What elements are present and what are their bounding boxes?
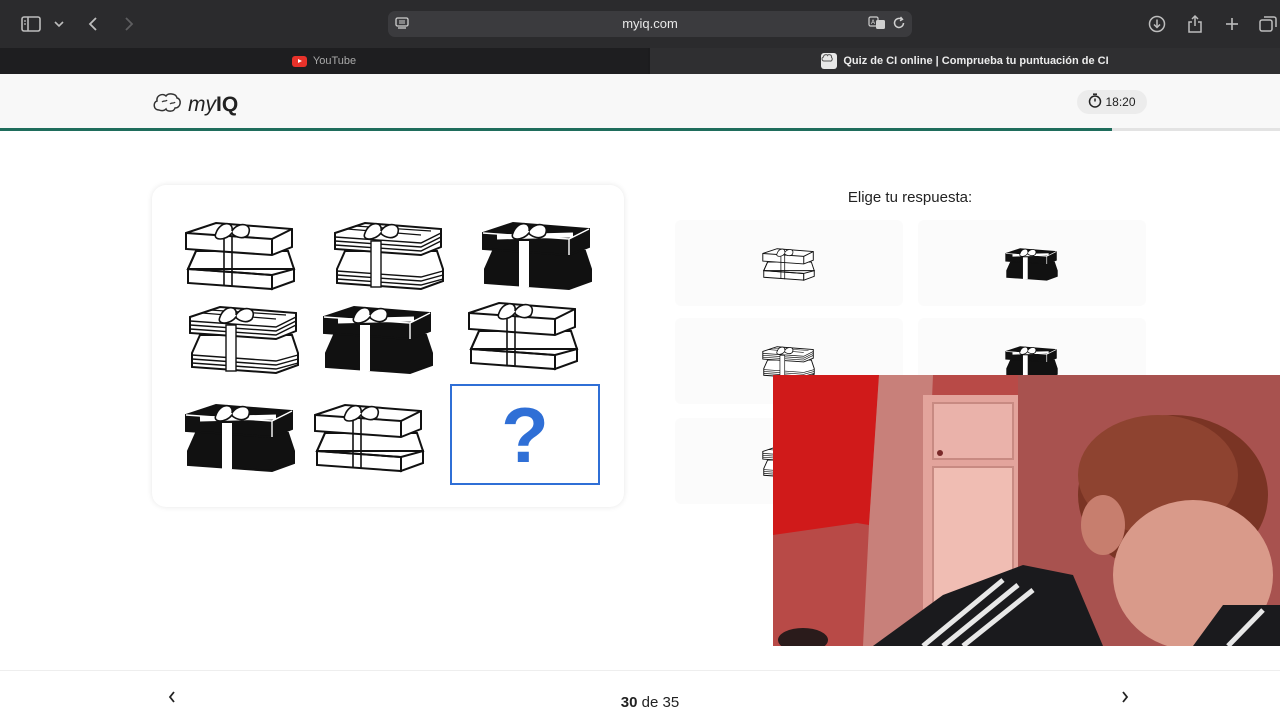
question-mark: ? bbox=[501, 390, 549, 479]
downloads-icon[interactable] bbox=[1146, 12, 1168, 36]
question-counter: 30 de 35 bbox=[560, 694, 740, 711]
tab-label: YouTube bbox=[312, 55, 357, 67]
gift-box-black-icon bbox=[176, 393, 306, 477]
puzzle-cell bbox=[325, 211, 455, 295]
chevron-down-icon[interactable] bbox=[52, 12, 66, 36]
puzzle-cell bbox=[180, 295, 310, 379]
gift-box-black-icon bbox=[1004, 247, 1059, 282]
brain-icon bbox=[821, 53, 838, 69]
pager-footer: 30 de 35 bbox=[0, 670, 1280, 720]
counter-separator: de bbox=[641, 694, 659, 711]
puzzle-cell bbox=[305, 393, 435, 477]
forward-icon[interactable] bbox=[120, 12, 138, 36]
timer-badge: 18:20 bbox=[1077, 90, 1147, 114]
puzzle-cell bbox=[473, 211, 603, 295]
timer-text: 18:20 bbox=[1105, 95, 1136, 109]
progress-fill bbox=[0, 128, 1113, 131]
gift-box-white-icon bbox=[314, 404, 424, 472]
new-tab-icon[interactable] bbox=[1222, 12, 1242, 36]
stopwatch-icon bbox=[1088, 93, 1105, 111]
gift-box-striped-icon bbox=[189, 306, 299, 374]
tab-overview-icon[interactable] bbox=[1258, 12, 1278, 36]
webcam-feed-image bbox=[773, 375, 1280, 646]
myiq-logo[interactable]: myIQ bbox=[152, 91, 238, 118]
puzzle-cell bbox=[176, 211, 306, 295]
brain-icon bbox=[152, 91, 182, 118]
browser-toolbar: myiq.com A bbox=[0, 0, 1280, 48]
answers-title: Elige tu respuesta: bbox=[847, 189, 973, 206]
tab-label: Quiz de CI online | Comprueba tu puntuac… bbox=[843, 55, 1109, 67]
tab-youtube[interactable]: YouTube bbox=[0, 48, 648, 74]
answer-option[interactable] bbox=[918, 220, 1146, 306]
youtube-icon bbox=[291, 55, 307, 67]
sidebar-toggle-icon[interactable] bbox=[20, 12, 42, 36]
puzzle-cell bbox=[314, 295, 444, 379]
tab-strip: YouTube Quiz de CI online | Comprueba tu… bbox=[0, 48, 1280, 74]
gift-box-black-icon bbox=[314, 295, 444, 379]
next-question-button[interactable] bbox=[1117, 689, 1133, 705]
puzzle-card: ? bbox=[152, 185, 624, 507]
tab-quiz[interactable]: Quiz de CI online | Comprueba tu puntuac… bbox=[650, 48, 1280, 74]
progress-bar bbox=[0, 128, 1280, 131]
reload-icon[interactable] bbox=[892, 16, 906, 35]
gift-box-white-icon bbox=[468, 302, 578, 370]
current-question: 30 bbox=[620, 694, 638, 711]
gift-box-white-icon bbox=[762, 248, 815, 281]
translate-icon[interactable]: A bbox=[868, 16, 886, 35]
total-questions: 35 bbox=[662, 694, 680, 711]
answer-option[interactable] bbox=[675, 220, 903, 306]
puzzle-cell bbox=[459, 291, 589, 375]
gift-box-black-icon bbox=[473, 211, 603, 295]
chevron-left-icon bbox=[168, 691, 175, 703]
gift-box-striped-icon bbox=[334, 222, 444, 290]
missing-cell: ? bbox=[450, 384, 600, 485]
back-icon[interactable] bbox=[84, 12, 102, 36]
svg-text:A: A bbox=[871, 19, 876, 26]
site-header: myIQ 18:20 bbox=[0, 74, 1280, 130]
url-text: myiq.com bbox=[622, 16, 678, 31]
share-icon[interactable] bbox=[1184, 12, 1206, 36]
previous-question-button[interactable] bbox=[164, 689, 180, 705]
address-bar[interactable]: myiq.com A bbox=[388, 11, 912, 37]
chevron-right-icon bbox=[1122, 691, 1129, 703]
logo-text: myIQ bbox=[188, 92, 239, 116]
gift-box-white-icon bbox=[185, 222, 295, 290]
puzzle-cell bbox=[176, 393, 306, 477]
webcam-overlay bbox=[773, 375, 1280, 646]
